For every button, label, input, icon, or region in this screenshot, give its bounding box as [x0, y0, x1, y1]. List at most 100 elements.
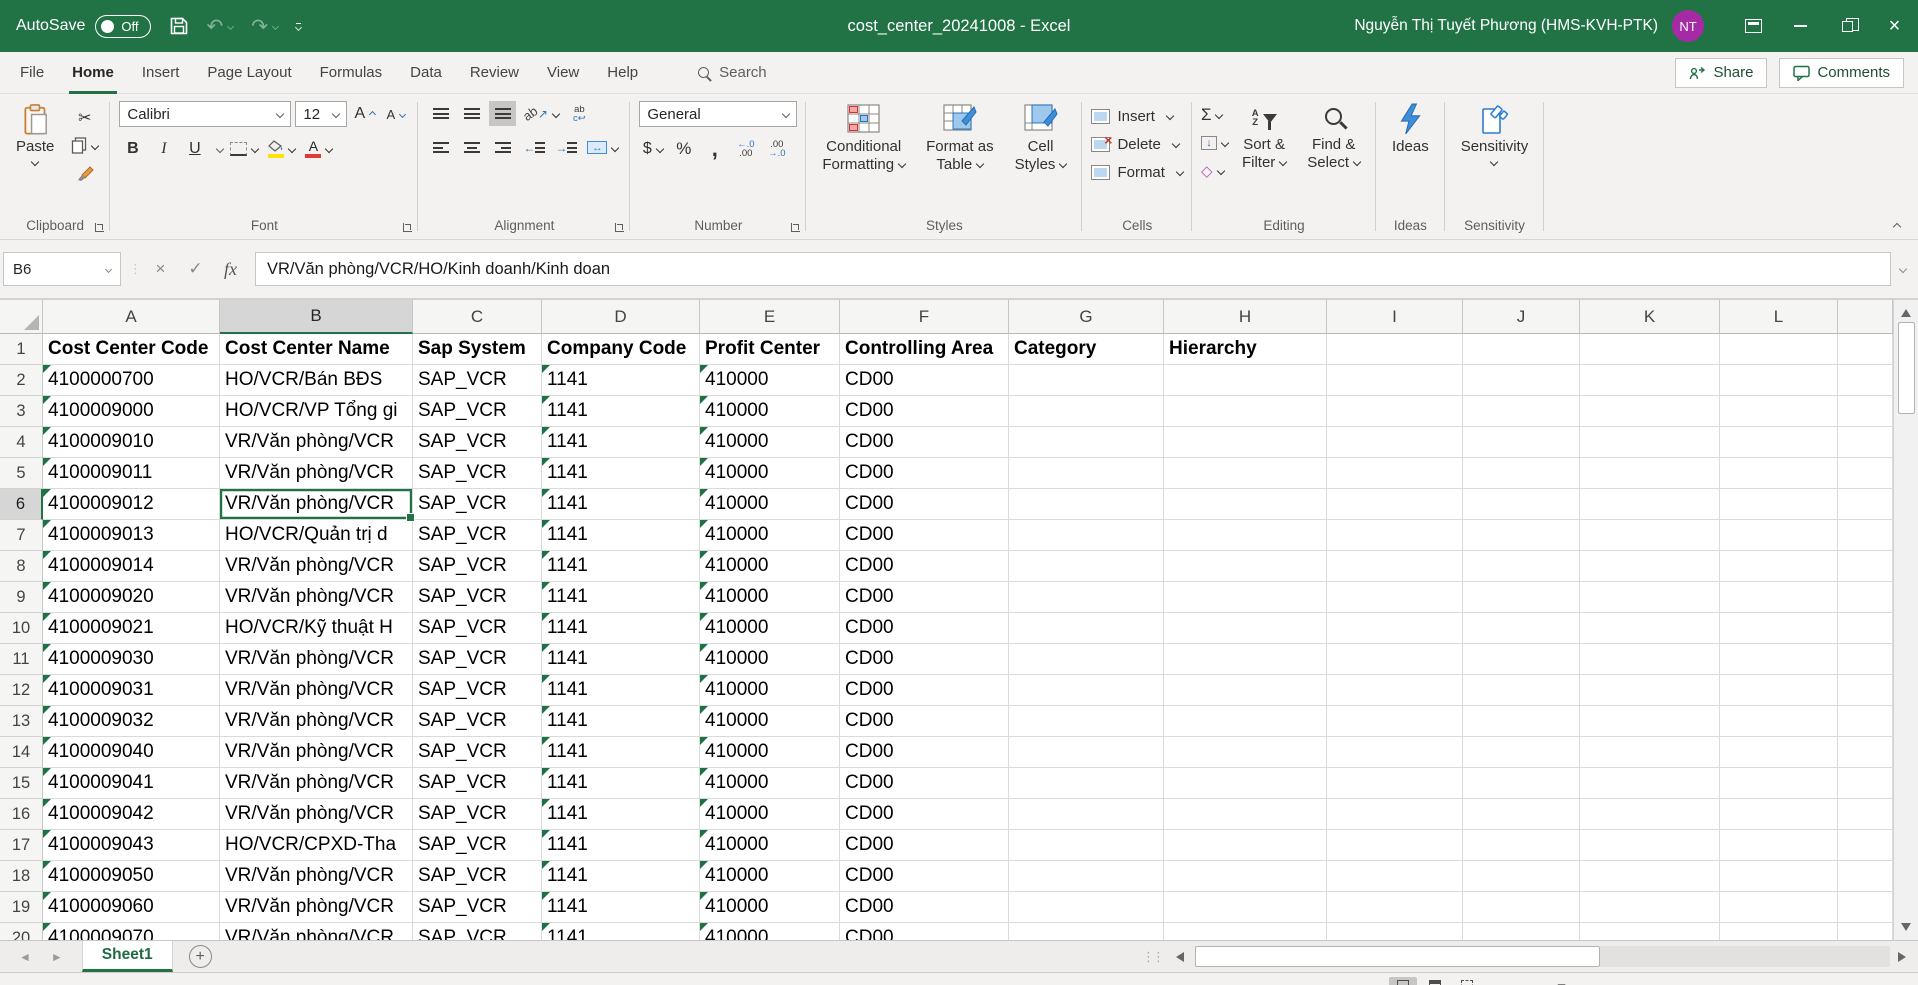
- copy-button[interactable]: [68, 133, 101, 158]
- paste-dropdown-icon[interactable]: [31, 158, 39, 166]
- cell-empty[interactable]: [1164, 706, 1327, 737]
- cell-sap-system[interactable]: SAP_VCR: [413, 458, 542, 489]
- cell-controlling-area[interactable]: CD00: [840, 396, 1009, 427]
- cell-empty[interactable]: [1463, 799, 1580, 830]
- column-header-a[interactable]: A: [43, 300, 220, 334]
- sensitivity-dropdown-icon[interactable]: [1490, 158, 1498, 166]
- cell-cost-center-name[interactable]: VR/Văn phòng/VCR: [220, 706, 413, 737]
- cell-controlling-area[interactable]: CD00: [840, 923, 1009, 940]
- cell-empty[interactable]: [1580, 520, 1720, 551]
- cell-empty[interactable]: [1838, 675, 1893, 706]
- normal-view-button[interactable]: [1389, 977, 1417, 985]
- cell-company-code[interactable]: 1141: [542, 830, 700, 861]
- cell-sap-system[interactable]: SAP_VCR: [413, 830, 542, 861]
- cell-cost-center-code[interactable]: 4100000700: [43, 365, 220, 396]
- cell-cost-center-code[interactable]: 4100009010: [43, 427, 220, 458]
- cell-empty[interactable]: [1838, 489, 1893, 520]
- cell-profit-center[interactable]: 410000: [700, 892, 840, 923]
- accounting-format-button[interactable]: $: [639, 136, 666, 161]
- cell-controlling-area[interactable]: CD00: [840, 551, 1009, 582]
- decrease-decimal-button[interactable]: .00→.0: [763, 136, 790, 161]
- cell-empty[interactable]: [1164, 768, 1327, 799]
- cell-empty[interactable]: [1327, 644, 1463, 675]
- cell-cost-center-code[interactable]: 4100009011: [43, 458, 220, 489]
- cell-company-code[interactable]: 1141: [542, 551, 700, 582]
- cell-profit-center[interactable]: 410000: [700, 396, 840, 427]
- cell-controlling-area[interactable]: CD00: [840, 830, 1009, 861]
- cell-sap-system[interactable]: SAP_VCR: [413, 520, 542, 551]
- column-header-i[interactable]: I: [1327, 300, 1463, 334]
- cell-company-code[interactable]: 1141: [542, 923, 700, 940]
- cell-profit-center[interactable]: 410000: [700, 551, 840, 582]
- merge-center-button[interactable]: ↔: [584, 135, 621, 160]
- merge-dropdown-icon[interactable]: [611, 143, 619, 151]
- cell-company-code[interactable]: 1141: [542, 706, 700, 737]
- underline-button[interactable]: U: [181, 136, 208, 161]
- cell-styles-button[interactable]: CellStyles: [1008, 101, 1074, 176]
- autosave-pill[interactable]: Off: [95, 15, 150, 38]
- cell-profit-center[interactable]: 410000: [700, 799, 840, 830]
- cell-empty[interactable]: [1327, 582, 1463, 613]
- cell-cost-center-code[interactable]: 4100009013: [43, 520, 220, 551]
- cell-empty[interactable]: [1580, 830, 1720, 861]
- cell-empty[interactable]: [1838, 458, 1893, 489]
- row-number[interactable]: 20: [0, 923, 43, 940]
- cell-empty[interactable]: [1580, 458, 1720, 489]
- cell-empty[interactable]: [1580, 613, 1720, 644]
- cell-empty[interactable]: [1720, 520, 1838, 551]
- cell-empty[interactable]: [1164, 582, 1327, 613]
- cell-cost-center-name[interactable]: VR/Văn phòng/VCR: [220, 427, 413, 458]
- decrease-indent-button[interactable]: ←: [520, 135, 548, 160]
- search-bar[interactable]: Search: [698, 64, 767, 81]
- cell-controlling-area[interactable]: CD00: [840, 675, 1009, 706]
- cell-empty[interactable]: [1463, 427, 1580, 458]
- row-number[interactable]: 18: [0, 861, 43, 892]
- cell-empty[interactable]: [1720, 861, 1838, 892]
- row-number[interactable]: 2: [0, 365, 43, 396]
- cell-cost-center-name[interactable]: VR/Văn phòng/VCR: [220, 644, 413, 675]
- enter-button[interactable]: ✓: [179, 254, 212, 284]
- number-format-combo[interactable]: General: [639, 101, 797, 127]
- cell-profit-center[interactable]: 410000: [700, 613, 840, 644]
- cell-empty[interactable]: [1838, 334, 1893, 365]
- cell-company-code[interactable]: 1141: [542, 768, 700, 799]
- cell-sap-system[interactable]: SAP_VCR: [413, 551, 542, 582]
- cell-empty[interactable]: [1327, 613, 1463, 644]
- cell-empty[interactable]: [1327, 706, 1463, 737]
- undo-button[interactable]: ↶: [207, 14, 234, 39]
- borders-button[interactable]: [227, 136, 261, 161]
- row-number[interactable]: 15: [0, 768, 43, 799]
- clipboard-dialog-launcher-icon[interactable]: [95, 223, 104, 232]
- delete-dropdown-icon[interactable]: [1172, 140, 1180, 148]
- cell-empty[interactable]: [1580, 675, 1720, 706]
- cell-cost-center-code[interactable]: 4100009042: [43, 799, 220, 830]
- cell-cost-center-name[interactable]: HO/VCR/Kỹ thuật H: [220, 613, 413, 644]
- underline-dropdown-icon[interactable]: [216, 144, 224, 152]
- cell-empty[interactable]: [1009, 861, 1164, 892]
- select-all-corner[interactable]: [0, 300, 43, 334]
- cell-empty[interactable]: [1838, 799, 1893, 830]
- cell-empty[interactable]: [1327, 458, 1463, 489]
- cell-sap-system[interactable]: SAP_VCR: [413, 799, 542, 830]
- cancel-button[interactable]: ×: [144, 254, 177, 284]
- customize-quick-access-button[interactable]: [296, 23, 301, 30]
- cell-empty[interactable]: [1720, 365, 1838, 396]
- cell-empty[interactable]: [1009, 365, 1164, 396]
- cell-empty[interactable]: [1164, 613, 1327, 644]
- ideas-button[interactable]: Ideas: [1385, 101, 1436, 158]
- row-number[interactable]: 5: [0, 458, 43, 489]
- cell-cost-center-code[interactable]: 4100009070: [43, 923, 220, 940]
- cell-empty[interactable]: [1164, 675, 1327, 706]
- tab-page-layout[interactable]: Page Layout: [193, 52, 305, 94]
- tab-home[interactable]: Home: [58, 52, 128, 94]
- row-number[interactable]: 6: [0, 489, 43, 520]
- cell-empty[interactable]: [1463, 458, 1580, 489]
- cell-empty[interactable]: [1838, 551, 1893, 582]
- restore-button[interactable]: [1824, 0, 1871, 52]
- cell-cost-center-name[interactable]: VR/Văn phòng/VCR: [220, 799, 413, 830]
- cell-empty[interactable]: [1580, 396, 1720, 427]
- row-number[interactable]: 4: [0, 427, 43, 458]
- cell-empty[interactable]: [1580, 582, 1720, 613]
- cell-profit-center[interactable]: 410000: [700, 861, 840, 892]
- cell-header-sap-system[interactable]: Sap System: [413, 334, 542, 365]
